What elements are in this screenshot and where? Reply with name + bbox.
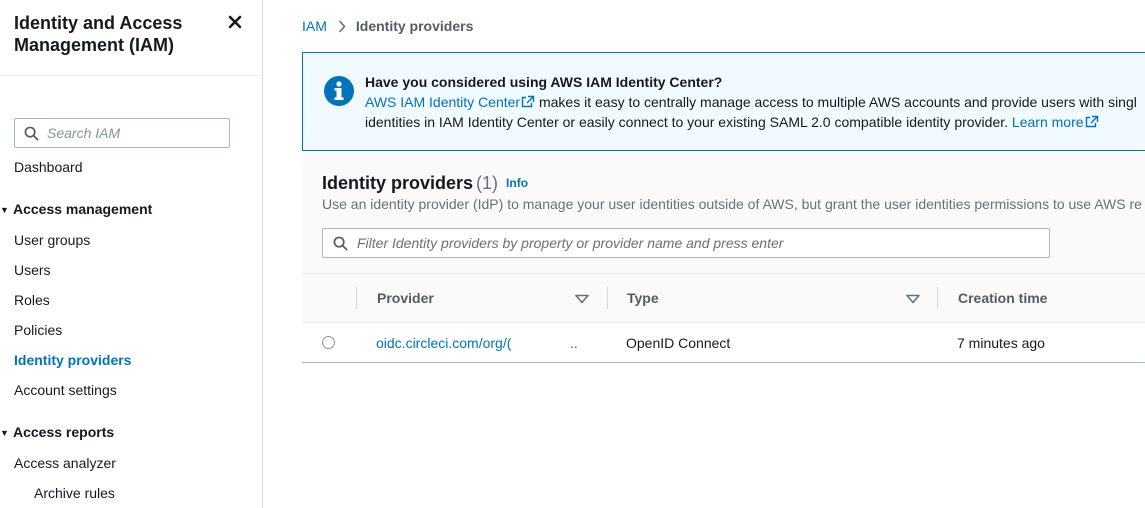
sidebar-item-policies[interactable]: Policies [14, 321, 62, 339]
search-input[interactable] [47, 123, 222, 143]
alert-line-2: identities in IAM Identity Center or eas… [365, 112, 1099, 132]
sort-caret-icon[interactable] [575, 294, 589, 304]
caret-down-icon: ▼ [0, 428, 9, 438]
sidebar-item-identity-providers[interactable]: Identity providers [14, 351, 131, 369]
sidebar-item-roles[interactable]: Roles [14, 291, 50, 309]
table-title-text: Identity providers [322, 173, 474, 193]
breadcrumb-current: Identity providers [355, 18, 474, 34]
sidebar-search[interactable] [14, 118, 230, 148]
caret-down-icon: ▼ [0, 205, 9, 215]
learn-more-link[interactable]: Learn more [1012, 114, 1099, 130]
table-description: Use an identity provider (IdP) to manage… [322, 196, 1142, 212]
column-header-type[interactable]: Type [627, 274, 659, 322]
chevron-right-icon [338, 19, 346, 33]
sidebar-item-users[interactable]: Users [14, 261, 51, 279]
sidebar-title: Identity and Access Management (IAM) [14, 13, 183, 55]
alert-title: Have you considered using AWS IAM Identi… [365, 74, 723, 90]
sidebar-section-access-management[interactable]: ▼ Access management [0, 200, 152, 219]
search-icon [24, 126, 39, 141]
column-header-provider[interactable]: Provider [377, 274, 434, 322]
sort-caret-icon[interactable] [906, 294, 920, 304]
table-row[interactable]: oidc.circleci.com/org/( .. OpenID Connec… [302, 323, 1145, 363]
sidebar-item-archive-rules[interactable]: Archive rules [34, 484, 115, 502]
alert-text: makes it easy to centrally manage access… [538, 94, 1137, 110]
sidebar-item-dashboard[interactable]: Dashboard [14, 158, 83, 176]
info-icon [323, 75, 355, 110]
truncation-ellipsis: .. [570, 335, 578, 351]
section-label: Access management [13, 201, 153, 217]
creation-time: 7 minutes ago [957, 335, 1045, 351]
column-header-creation-time[interactable]: Creation time [958, 274, 1047, 322]
provider-link[interactable]: oidc.circleci.com/org/( [376, 334, 516, 352]
table-title: Identity providers (1) Info [322, 172, 528, 194]
column-divider [356, 287, 357, 309]
table-count: (1) [476, 173, 499, 193]
identity-center-link[interactable]: AWS IAM Identity Center [365, 94, 535, 110]
external-link-icon [521, 95, 535, 108]
column-divider [607, 287, 608, 309]
column-divider [937, 287, 938, 309]
sidebar: Identity and Access Management (IAM) Das… [0, 0, 263, 508]
sidebar-item-account-settings[interactable]: Account settings [14, 381, 117, 399]
sidebar-item-access-analyzer[interactable]: Access analyzer [14, 454, 116, 472]
alert-text: identities in IAM Identity Center or eas… [365, 114, 1009, 130]
alert-line-1: AWS IAM Identity Center makes it easy to… [365, 92, 1137, 112]
sidebar-item-user-groups[interactable]: User groups [14, 231, 90, 249]
link-label: Learn more [1011, 114, 1084, 130]
link-label: AWS IAM Identity Center [365, 94, 521, 110]
filter-box[interactable] [322, 228, 1050, 258]
info-link[interactable]: Info [506, 176, 528, 190]
sidebar-divider [0, 75, 262, 76]
row-select-radio[interactable] [322, 336, 335, 349]
provider-type: OpenID Connect [626, 335, 731, 351]
sidebar-header: Identity and Access Management (IAM) [14, 12, 244, 56]
breadcrumb-iam-link[interactable]: IAM [302, 17, 327, 35]
identity-providers-table: Identity providers (1) Info Use an identit… [302, 152, 1145, 364]
sidebar-section-access-reports[interactable]: ▼ Access reports [0, 423, 114, 442]
info-alert: Have you considered using AWS IAM Identi… [302, 52, 1145, 151]
table-header-row: Provider Type Creation time [302, 273, 1145, 323]
close-icon[interactable] [224, 12, 242, 30]
filter-input[interactable] [357, 233, 1037, 253]
external-link-icon [1085, 115, 1098, 128]
search-icon [333, 236, 348, 251]
section-label: Access reports [13, 424, 115, 440]
breadcrumb: IAM Identity providers [302, 17, 473, 35]
